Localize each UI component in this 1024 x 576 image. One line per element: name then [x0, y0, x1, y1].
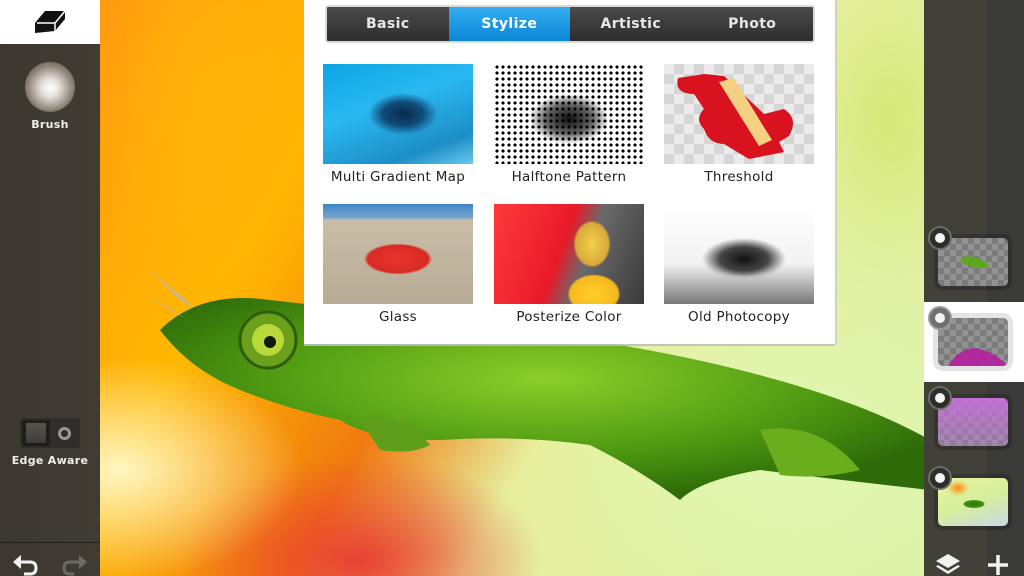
filter-label: Multi Gradient Map: [330, 169, 466, 185]
visibility-dot-icon: [935, 313, 945, 323]
filter-thumbnail: [494, 64, 644, 164]
filter-thumbnail: [323, 64, 473, 164]
filter-label: Old Photocopy: [688, 309, 790, 325]
filter-threshold[interactable]: Threshold: [664, 64, 814, 185]
layer-visibility-toggle[interactable]: [928, 306, 952, 330]
filter-thumbnail: [494, 204, 644, 304]
tab-photo[interactable]: Photo: [691, 7, 813, 41]
layer-item-selected[interactable]: [924, 302, 1024, 382]
edge-aware-control: Edge Aware: [0, 418, 100, 467]
filter-multi-gradient-map[interactable]: Multi Gradient Map: [323, 64, 473, 185]
layer-item[interactable]: [924, 222, 1024, 302]
filter-old-photocopy[interactable]: Old Photocopy: [664, 204, 814, 325]
tab-stylize[interactable]: Stylize: [448, 7, 570, 41]
filter-thumbnail: [323, 204, 473, 304]
layer-item[interactable]: [924, 382, 1024, 462]
filter-label: Glass: [378, 309, 418, 325]
filter-label: Posterize Color: [516, 309, 622, 325]
undo-button[interactable]: [10, 552, 40, 576]
filter-label: Halftone Pattern: [511, 169, 627, 185]
edge-aware-label: Edge Aware: [11, 454, 89, 467]
layer-visibility-toggle[interactable]: [928, 226, 952, 250]
filter-glass[interactable]: Glass: [323, 204, 473, 325]
eraser-icon: [35, 10, 66, 33]
threshold-car-icon: [677, 74, 793, 159]
filter-label: Threshold: [704, 169, 774, 185]
add-layer-button[interactable]: [986, 552, 1010, 576]
filter-posterize-color[interactable]: Posterize Color: [494, 204, 644, 325]
layer-visibility-toggle[interactable]: [928, 466, 952, 490]
layers-panel: [924, 0, 1024, 576]
redo-icon: [62, 555, 87, 576]
filter-halftone-pattern[interactable]: Halftone Pattern: [494, 64, 644, 185]
layers-icon: [936, 554, 960, 574]
filter-category-tabs: Basic Stylize Artistic Photo: [325, 5, 815, 43]
visibility-dot-icon: [935, 473, 945, 483]
tab-basic[interactable]: Basic: [327, 7, 449, 41]
layer-visibility-toggle[interactable]: [928, 386, 952, 410]
toolbar-divider: [0, 542, 100, 543]
edge-aware-toggle[interactable]: [20, 418, 80, 448]
filter-thumbnail: [664, 64, 814, 164]
brush-preview-icon: [25, 62, 75, 112]
filter-thumbnail: [664, 204, 814, 304]
tab-artistic[interactable]: Artistic: [570, 7, 692, 41]
visibility-dot-icon: [935, 393, 945, 403]
undo-icon: [13, 555, 38, 576]
eraser-tool-button[interactable]: [0, 0, 100, 44]
visibility-dot-icon: [935, 233, 945, 243]
layers-button[interactable]: [934, 552, 962, 576]
filter-panel: Basic Stylize Artistic Photo Multi Gradi…: [304, 0, 835, 344]
redo-button[interactable]: [60, 552, 90, 576]
brush-label: Brush: [31, 118, 69, 131]
toggle-circle-icon: [50, 426, 78, 440]
plus-icon: [988, 555, 1008, 575]
toggle-square-icon: [22, 420, 50, 446]
left-toolbar: Brush Edge Aware: [0, 0, 100, 576]
brush-tool-button[interactable]: Brush: [0, 62, 100, 131]
layer-item[interactable]: [924, 462, 1024, 542]
